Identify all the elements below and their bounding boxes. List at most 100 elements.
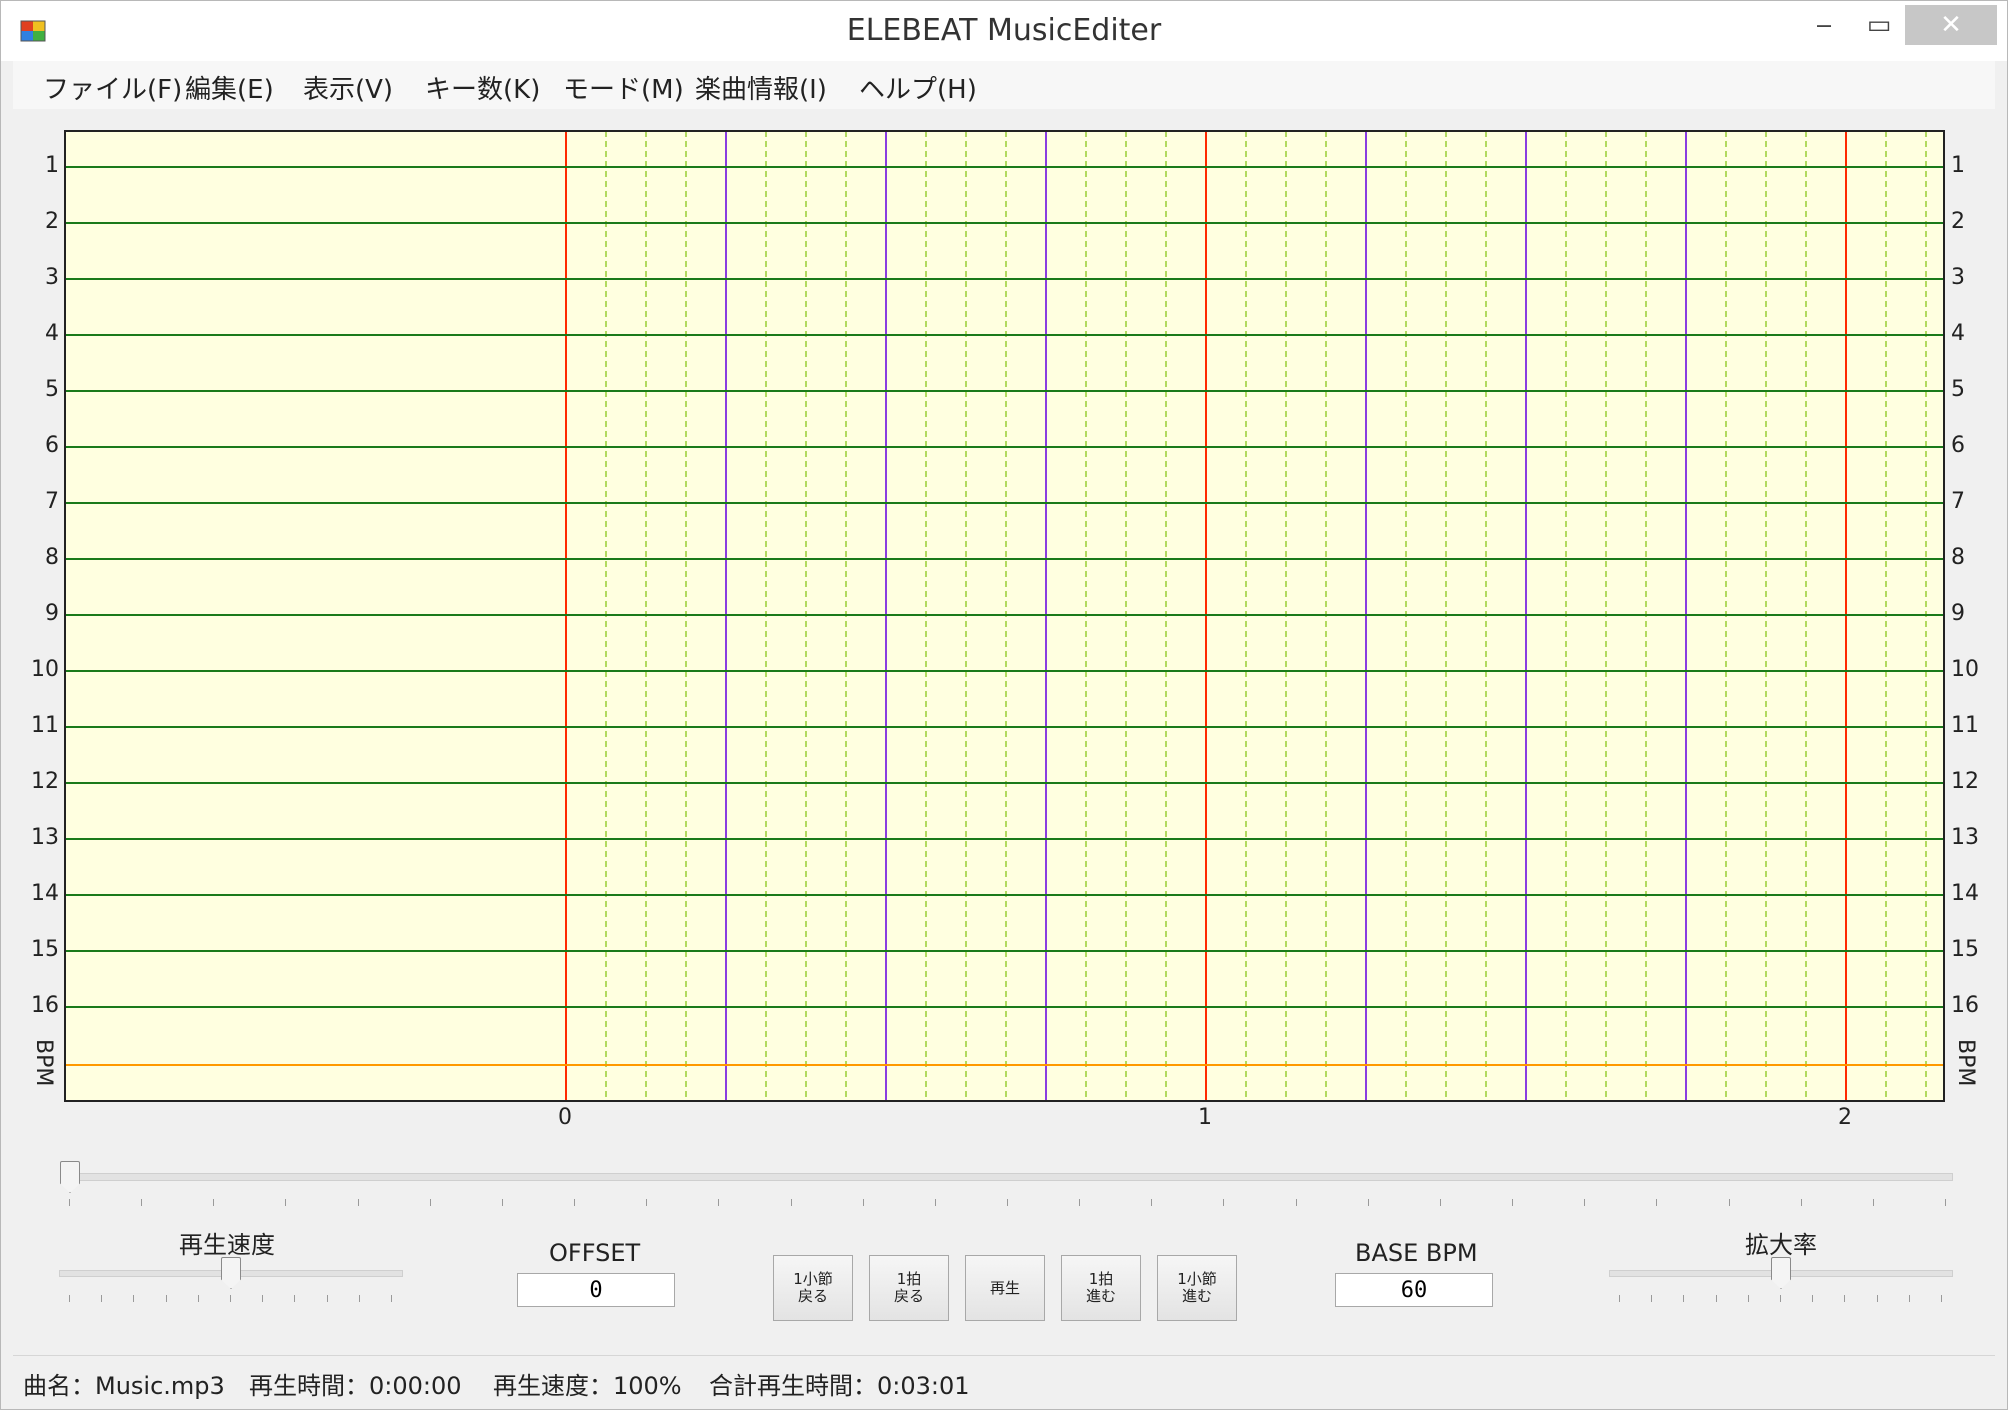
close-button[interactable]: ✕	[1905, 5, 1997, 45]
slider-tick	[1584, 1199, 1586, 1206]
row-label-left: 1	[45, 153, 59, 178]
row-label-left: 9	[45, 601, 59, 626]
slider-tick	[1844, 1295, 1846, 1302]
menu-mode[interactable]: モード(M)	[563, 69, 684, 106]
zoom-slider-thumb[interactable]	[1771, 1257, 1791, 1289]
slider-tick	[1619, 1295, 1620, 1302]
menu-help[interactable]: ヘルプ(H)	[859, 69, 977, 106]
status-song-name: 曲名：Music.mp3	[23, 1372, 225, 1400]
slider-tick	[294, 1295, 296, 1302]
zoom-label: 拡大率	[1745, 1231, 1817, 1259]
menu-file[interactable]: ファイル(F)	[43, 69, 182, 106]
bpm-label-left: BPM	[31, 1039, 56, 1087]
slider-tick	[101, 1295, 103, 1302]
timeline-slider-thumb[interactable]	[60, 1161, 80, 1193]
row-label-left: 5	[45, 377, 59, 402]
slider-tick	[1151, 1199, 1153, 1206]
slider-tick	[213, 1199, 215, 1206]
row-label-right: 10	[1951, 657, 1979, 682]
slider-tick	[1512, 1199, 1514, 1206]
grid-canvas[interactable]	[1, 109, 2008, 1129]
base-bpm-input[interactable]: 60	[1335, 1273, 1493, 1307]
row-label-right: 8	[1951, 545, 1965, 570]
slider-tick	[1747, 1295, 1749, 1302]
menu-bar: ファイル(F) 編集(E) 表示(V) キー数(K) モード(M) 楽曲情報(I…	[13, 61, 1995, 109]
menu-view[interactable]: 表示(V)	[303, 69, 393, 106]
status-play-speed: 再生速度：100%	[493, 1372, 682, 1400]
slider-tick	[718, 1199, 720, 1206]
slider-tick	[1007, 1199, 1008, 1206]
slider-tick	[141, 1199, 143, 1206]
timeline-slider-track[interactable]	[61, 1173, 1953, 1181]
next-beat-button[interactable]: 1拍 進む	[1061, 1255, 1141, 1321]
slider-tick	[790, 1199, 792, 1206]
slider-tick	[69, 1295, 70, 1302]
row-label-right: 3	[1951, 265, 1965, 290]
slider-tick	[1651, 1295, 1653, 1302]
bpm-label-right: BPM	[1953, 1039, 1978, 1087]
menu-keys[interactable]: キー数(K)	[425, 69, 540, 106]
row-label-right: 12	[1951, 769, 1979, 794]
slider-tick	[1728, 1199, 1730, 1206]
slider-tick	[1872, 1199, 1874, 1206]
slider-tick	[326, 1295, 328, 1302]
slider-tick	[501, 1199, 503, 1206]
slider-tick	[1941, 1295, 1942, 1302]
slider-tick	[1656, 1199, 1658, 1206]
offset-label: OFFSET	[549, 1239, 641, 1267]
slider-tick	[1945, 1199, 1946, 1206]
status-bar: 曲名：Music.mp3 再生時間：0:00:00 再生速度：100% 合計再生…	[13, 1355, 1995, 1406]
status-play-time: 再生時間：0:00:00	[249, 1372, 462, 1400]
row-label-right: 7	[1951, 489, 1965, 514]
row-label-left: 15	[31, 937, 59, 962]
row-label-left: 2	[45, 209, 59, 234]
minimize-button[interactable]: ‒	[1801, 5, 1847, 45]
slider-tick	[262, 1295, 264, 1302]
row-label-right: 13	[1951, 825, 1979, 850]
row-label-right: 2	[1951, 209, 1965, 234]
row-label-right: 4	[1951, 321, 1965, 346]
menu-edit[interactable]: 編集(E)	[185, 69, 274, 106]
slider-tick	[574, 1199, 576, 1206]
speed-label: 再生速度	[179, 1231, 275, 1259]
play-button[interactable]: 再生	[965, 1255, 1045, 1321]
measure-number-label: 2	[1838, 1105, 1852, 1130]
slider-tick	[1715, 1295, 1717, 1302]
maximize-button[interactable]: ▭	[1856, 5, 1902, 45]
menu-song-info[interactable]: 楽曲情報(I)	[695, 69, 827, 106]
row-label-right: 11	[1951, 713, 1979, 738]
slider-tick	[1800, 1199, 1802, 1206]
row-label-right: 6	[1951, 433, 1965, 458]
row-label-left: 4	[45, 321, 59, 346]
offset-input[interactable]: 0	[517, 1273, 675, 1307]
row-label-left: 13	[31, 825, 59, 850]
slider-tick	[285, 1199, 287, 1206]
prev-beat-button[interactable]: 1拍 戻る	[869, 1255, 949, 1321]
row-label-left: 3	[45, 265, 59, 290]
chart-editor-grid[interactable]: 1 1 2 2 3 3 4 4 5 5 6 6 7 7 8 8 9 9 10 10 11 11 12 12 13 13 14 14 15…	[1, 109, 2008, 1130]
title-bar: ELEBEAT MusicEditer ‒ ▭ ✕	[1, 1, 2007, 61]
slider-tick	[1367, 1199, 1369, 1206]
row-label-right: 1	[1951, 153, 1965, 178]
prev-measure-button[interactable]: 1小節 戻る	[773, 1255, 853, 1321]
next-measure-button[interactable]: 1小節 進む	[1157, 1255, 1237, 1321]
slider-tick	[934, 1199, 936, 1206]
speed-slider-thumb[interactable]	[221, 1257, 241, 1289]
base-bpm-label: BASE BPM	[1355, 1239, 1478, 1267]
slider-tick	[1295, 1199, 1297, 1206]
row-label-left: 7	[45, 489, 59, 514]
measure-number-label: 0	[558, 1105, 572, 1130]
slider-tick	[69, 1199, 70, 1206]
slider-tick	[1876, 1295, 1878, 1302]
row-label-left: 8	[45, 545, 59, 570]
row-label-right: 9	[1951, 601, 1965, 626]
slider-tick	[1812, 1295, 1814, 1302]
app-window: ELEBEAT MusicEditer ‒ ▭ ✕ ファイル(F) 編集(E) …	[0, 0, 2008, 1410]
slider-tick	[165, 1295, 167, 1302]
slider-tick	[357, 1199, 359, 1206]
slider-tick	[391, 1295, 392, 1302]
row-label-right: 5	[1951, 377, 1965, 402]
row-label-left: 6	[45, 433, 59, 458]
slider-tick	[1223, 1199, 1225, 1206]
slider-tick	[230, 1295, 231, 1302]
